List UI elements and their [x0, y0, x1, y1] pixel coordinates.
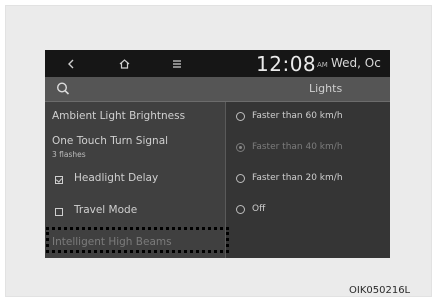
menu-item-ambient-light-brightness[interactable]: Ambient Light Brightness: [52, 110, 185, 122]
home-icon[interactable]: [114, 50, 134, 77]
headlight-delay-checkbox[interactable]: [55, 176, 63, 184]
figure-code: OIK050216L: [349, 285, 411, 296]
option-off[interactable]: Off: [236, 204, 265, 214]
subheader-bar: Lights: [45, 77, 390, 102]
option-label: Off: [252, 204, 266, 214]
option-label: Faster than 60 km/h: [252, 111, 343, 121]
back-icon[interactable]: [61, 50, 81, 77]
clock-time: 12:08: [256, 52, 317, 76]
option-faster-than-40[interactable]: Faster than 40 km/h: [236, 142, 343, 152]
menu-item-headlight-delay[interactable]: Headlight Delay: [74, 172, 158, 184]
option-label: Faster than 20 km/h: [252, 173, 343, 183]
menu-item-travel-mode[interactable]: Travel Mode: [74, 204, 137, 216]
option-faster-than-60[interactable]: Faster than 60 km/h: [236, 111, 343, 121]
radio-icon: [236, 111, 245, 121]
option-label: Faster than 40 km/h: [252, 142, 343, 152]
date-text: Wed, Oc: [331, 56, 381, 70]
turn-signal-value: 3 flashes: [52, 150, 86, 159]
search-icon[interactable]: [53, 79, 75, 99]
options-panel: Faster than 60 km/h Faster than 40 km/h …: [226, 102, 390, 258]
travel-mode-checkbox[interactable]: [55, 208, 63, 216]
menu-icon[interactable]: [167, 50, 187, 77]
highlight-dotted-box: [46, 227, 229, 253]
page-title: Lights: [309, 82, 343, 95]
menu-item-one-touch-turn-signal[interactable]: One Touch Turn Signal: [52, 135, 168, 147]
radio-icon: [236, 173, 245, 183]
clock-ampm: AM: [317, 61, 328, 69]
radio-icon: [236, 204, 245, 214]
radio-selected-icon: [236, 142, 245, 152]
option-faster-than-20[interactable]: Faster than 20 km/h: [236, 173, 343, 183]
status-bar: 12:08 AM Wed, Oc: [45, 50, 390, 77]
